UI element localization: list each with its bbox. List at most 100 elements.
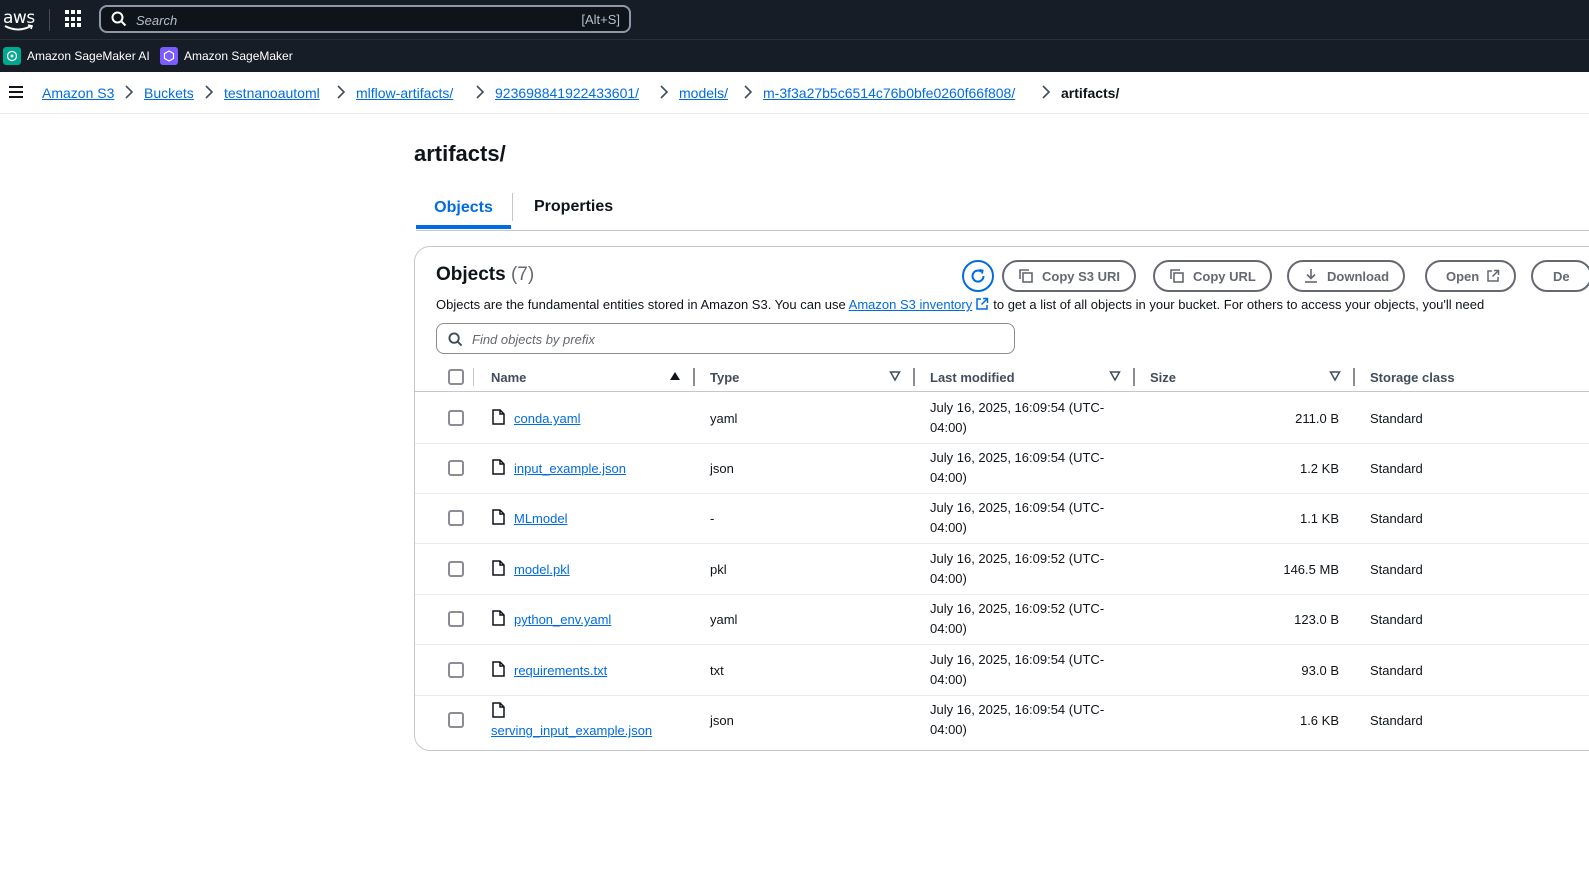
object-type: yaml (710, 612, 738, 627)
external-link-icon (976, 297, 989, 310)
breadcrumb-buckets[interactable]: Buckets (144, 85, 194, 101)
table-row: serving_input_example.json json July 16,… (415, 695, 1589, 746)
table-row: python_env.yaml yaml July 16, 2025, 16:0… (415, 594, 1589, 645)
external-link-icon (1487, 269, 1500, 282)
breadcrumb-amazon-s3[interactable]: Amazon S3 (42, 85, 114, 101)
favorite-sagemaker-ai[interactable]: Amazon SageMaker AI (3, 47, 150, 65)
column-header-last-modified[interactable]: Last modified (930, 370, 1015, 385)
object-storage-class: Standard (1370, 612, 1423, 627)
menu-icon[interactable] (9, 86, 23, 98)
find-objects-placeholder: Find objects by prefix (472, 332, 595, 347)
column-header-storage-class[interactable]: Storage class (1370, 370, 1455, 385)
object-last-modified: July 16, 2025, 16:09:54 (UTC- 04:00) (930, 702, 1105, 737)
object-size: 1.1 KB (1299, 511, 1339, 526)
sagemaker-ai-icon (3, 47, 21, 65)
tab-list: Objects Properties (416, 191, 1589, 231)
breadcrumb-bucket[interactable]: testnanoautoml (224, 85, 320, 101)
column-header-size[interactable]: Size (1150, 370, 1176, 385)
file-icon (492, 459, 505, 475)
services-grid-icon[interactable] (65, 10, 83, 28)
tab-objects[interactable]: Objects (416, 191, 511, 229)
column-header-type[interactable]: Type (710, 370, 739, 385)
object-last-modified: July 16, 2025, 16:09:54 (UTC- 04:00) (930, 500, 1105, 535)
file-icon (492, 409, 505, 425)
object-name-link[interactable]: requirements.txt (514, 663, 607, 678)
file-icon (492, 661, 505, 677)
object-name-link[interactable]: python_env.yaml (514, 612, 611, 627)
search-shortcut: [Alt+S] (581, 12, 620, 27)
file-icon (492, 509, 505, 525)
tab-properties[interactable]: Properties (512, 193, 632, 221)
object-name-link[interactable]: serving_input_example.json (491, 723, 652, 738)
favorites-bar: Amazon SageMaker AI Amazon SageMaker (0, 39, 1589, 72)
column-divider[interactable] (913, 368, 915, 386)
chevron-right-icon (337, 85, 346, 99)
sort-descending-icon[interactable] (1109, 370, 1121, 382)
object-last-modified: July 16, 2025, 16:09:52 (UTC- 04:00) (930, 551, 1105, 586)
column-divider[interactable] (1353, 368, 1355, 386)
sort-ascending-icon[interactable] (669, 370, 681, 382)
sort-descending-icon[interactable] (1329, 370, 1341, 382)
object-size: 123.0 B (1294, 612, 1339, 627)
find-objects-input[interactable]: Find objects by prefix (436, 323, 1015, 354)
copy-s3-uri-label: Copy S3 URI (1042, 268, 1121, 284)
favorite-sagemaker[interactable]: Amazon SageMaker (160, 47, 293, 65)
object-size: 1.6 KB (1299, 713, 1339, 728)
copy-icon (1019, 269, 1033, 283)
inventory-link[interactable]: Amazon S3 inventory (849, 297, 973, 312)
object-name-link[interactable]: model.pkl (514, 562, 570, 577)
breadcrumb-folder[interactable]: mlflow-artifacts/ (356, 85, 453, 101)
column-header-name[interactable]: Name (491, 370, 526, 385)
top-navigation-bar: aws Search [Alt+S] (0, 0, 1589, 39)
open-button[interactable]: Open (1425, 260, 1517, 292)
object-name-link[interactable]: conda.yaml (514, 411, 580, 426)
download-label: Download (1327, 268, 1390, 284)
delete-label: De (1553, 268, 1570, 284)
object-type: pkl (710, 562, 727, 577)
refresh-button[interactable] (962, 260, 994, 292)
chevron-right-icon (660, 85, 669, 99)
global-search-input[interactable]: Search [Alt+S] (99, 5, 631, 33)
objects-description: Objects are the fundamental entities sto… (436, 297, 1484, 312)
chevron-right-icon (205, 85, 214, 99)
copy-s3-uri-button[interactable]: Copy S3 URI (1002, 260, 1137, 292)
row-checkbox[interactable] (448, 410, 464, 426)
breadcrumb-folder[interactable]: 923698841922433601/ (495, 85, 639, 101)
object-size: 211.0 B (1295, 411, 1339, 426)
object-last-modified: July 16, 2025, 16:09:54 (UTC- 04:00) (930, 450, 1105, 485)
aws-logo[interactable]: aws (2, 6, 36, 32)
object-storage-class: Standard (1370, 511, 1423, 526)
breadcrumb: Amazon S3 Buckets testnanoautoml mlflow-… (0, 72, 1589, 114)
copy-url-button[interactable]: Copy URL (1153, 260, 1272, 292)
row-checkbox[interactable] (448, 460, 464, 476)
row-checkbox[interactable] (448, 561, 464, 577)
delete-button[interactable]: De (1531, 260, 1589, 292)
search-icon (111, 11, 127, 27)
row-checkbox[interactable] (448, 510, 464, 526)
object-type: json (710, 461, 734, 476)
row-checkbox[interactable] (448, 712, 464, 728)
sort-descending-icon[interactable] (889, 370, 901, 382)
object-type: json (710, 713, 734, 728)
object-size: 146.5 MB (1283, 562, 1339, 577)
sagemaker-icon (160, 47, 178, 65)
table-row: MLmodel - July 16, 2025, 16:09:54 (UTC- 0… (415, 493, 1589, 544)
table-header: Name Type Last modified Size Storage cla… (415, 362, 1589, 392)
table-row: model.pkl pkl July 16, 2025, 16:09:52 (U… (415, 544, 1589, 595)
object-name-link[interactable]: MLmodel (514, 511, 567, 526)
object-last-modified: July 16, 2025, 16:09:54 (UTC- 04:00) (930, 652, 1105, 687)
download-button[interactable]: Download (1287, 260, 1406, 292)
row-checkbox[interactable] (448, 662, 464, 678)
objects-panel: Objects (7) Copy S3 URI Copy URL Downloa… (414, 246, 1589, 751)
breadcrumb-folder[interactable]: m-3f3a27b5c6514c76b0bfe0260f66f808/ (763, 85, 1015, 101)
object-last-modified: July 16, 2025, 16:09:54 (UTC- 04:00) (930, 400, 1105, 435)
row-checkbox[interactable] (448, 611, 464, 627)
object-type: txt (710, 663, 724, 678)
object-name-link[interactable]: input_example.json (514, 461, 626, 476)
object-storage-class: Standard (1370, 562, 1423, 577)
column-divider[interactable] (693, 368, 695, 386)
copy-url-label: Copy URL (1193, 268, 1256, 284)
breadcrumb-folder[interactable]: models/ (679, 85, 728, 101)
column-divider[interactable] (1133, 368, 1135, 386)
select-all-checkbox[interactable] (448, 369, 464, 385)
